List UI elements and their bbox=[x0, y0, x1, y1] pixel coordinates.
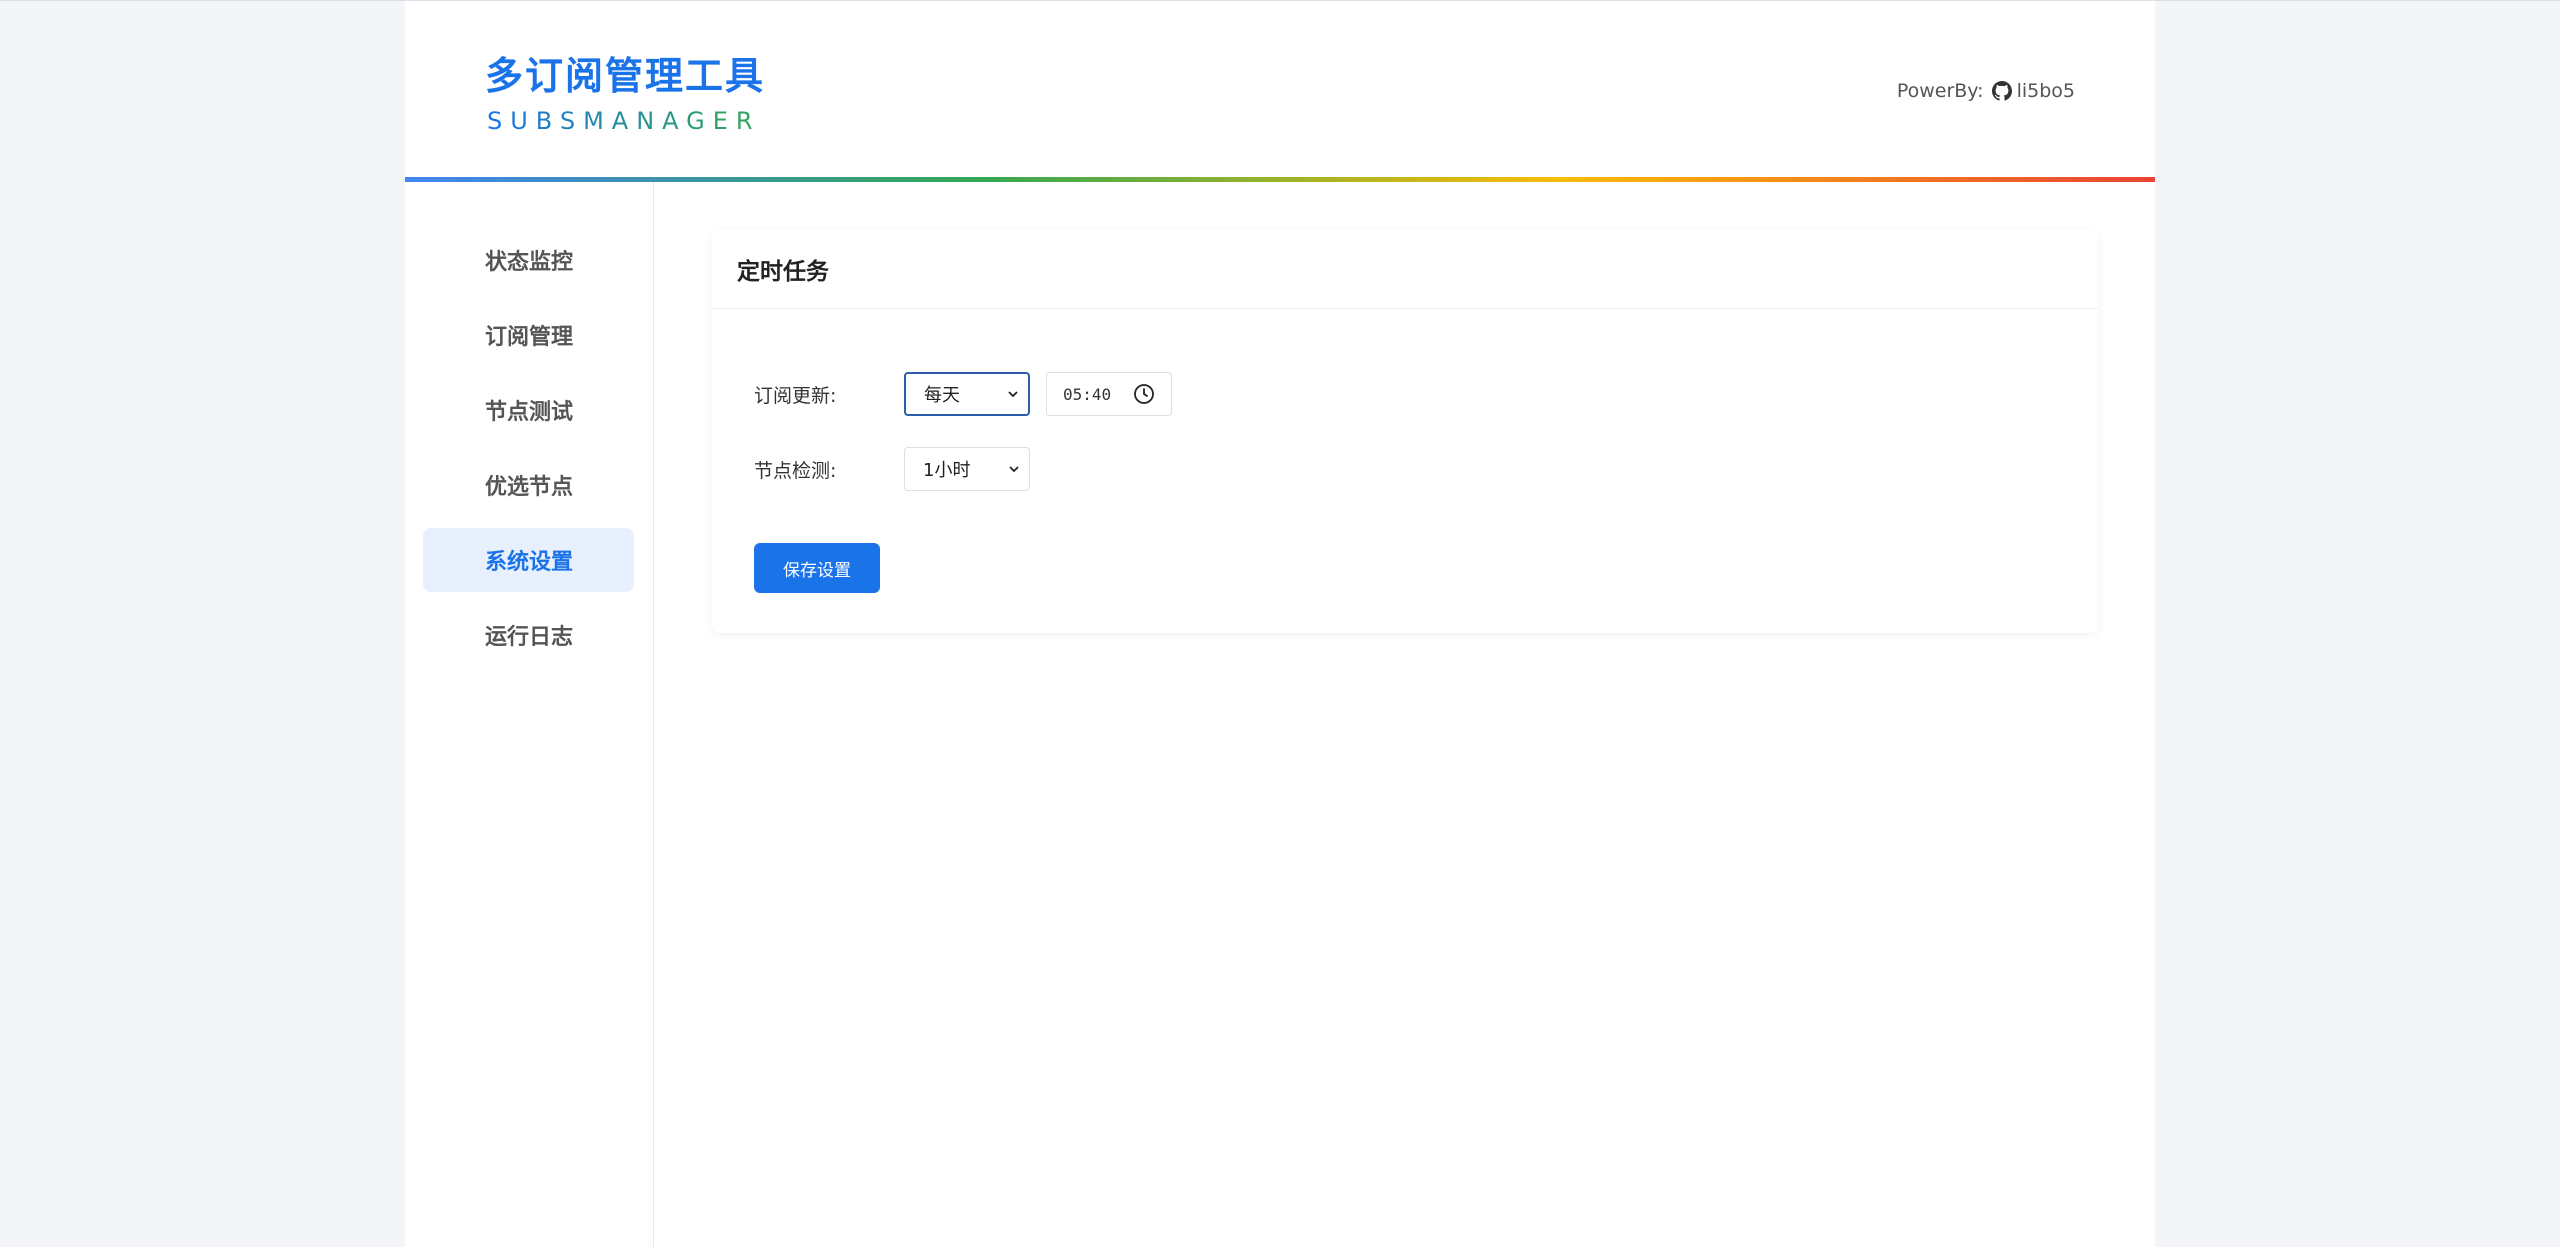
header: 多订阅管理工具 SUBSMANAGER PowerBy: li5bo5 bbox=[405, 1, 2155, 182]
sidebar-item-label: 状态监控 bbox=[485, 250, 574, 275]
sidebar-item-label: 系统设置 bbox=[485, 550, 574, 575]
app-title: 多订阅管理工具 bbox=[485, 54, 766, 98]
node-check-label: 节点检测: bbox=[754, 459, 837, 482]
header-rainbow-divider bbox=[405, 177, 2155, 182]
card-title: 定时任务 bbox=[712, 230, 2098, 309]
update-time-input[interactable]: 05:40 bbox=[1046, 372, 1172, 416]
sidebar-item-node-test[interactable]: 节点测试 bbox=[423, 378, 634, 442]
subscription-update-label: 订阅更新: bbox=[754, 384, 837, 407]
github-link[interactable]: li5bo5 bbox=[1991, 80, 2075, 102]
sidebar-item-label: 节点测试 bbox=[485, 400, 574, 425]
update-time-value: 05:40 bbox=[1063, 384, 1112, 404]
sidebar-item-subscription-management[interactable]: 订阅管理 bbox=[423, 303, 634, 367]
sidebar-item-label: 运行日志 bbox=[485, 625, 574, 650]
sidebar: 状态监控 订阅管理 节点测试 优选节点 系统设置 运行日志 bbox=[405, 182, 654, 1247]
update-frequency-value: 每天 bbox=[924, 385, 960, 406]
sidebar-item-preferred-nodes[interactable]: 优选节点 bbox=[423, 453, 634, 517]
sidebar-item-label: 订阅管理 bbox=[485, 325, 574, 350]
chevron-down-icon bbox=[1008, 391, 1018, 398]
sidebar-item-run-log[interactable]: 运行日志 bbox=[423, 603, 634, 667]
save-settings-button[interactable]: 保存设置 bbox=[754, 543, 880, 593]
app-subtitle: SUBSMANAGER bbox=[487, 107, 761, 135]
sidebar-item-status-monitor[interactable]: 状态监控 bbox=[423, 228, 634, 292]
update-frequency-select[interactable]: 每天 bbox=[904, 372, 1030, 416]
github-username: li5bo5 bbox=[2016, 80, 2075, 102]
sidebar-item-label: 优选节点 bbox=[485, 475, 574, 500]
powered-by: PowerBy: li5bo5 bbox=[1897, 80, 2075, 102]
node-check-row: 节点检测: 1小时 bbox=[754, 447, 1030, 491]
sidebar-item-system-settings[interactable]: 系统设置 bbox=[423, 528, 634, 592]
clock-icon[interactable] bbox=[1133, 383, 1155, 405]
powered-by-label: PowerBy: bbox=[1896, 80, 1984, 102]
scheduled-tasks-card: 定时任务 订阅更新: 每天 05:40 节点检测: 1小时 保存设置 bbox=[712, 230, 2098, 633]
node-check-interval-value: 1小时 bbox=[923, 460, 971, 481]
subscription-update-row: 订阅更新: 每天 05:40 bbox=[754, 372, 1172, 416]
github-icon bbox=[1991, 81, 2012, 101]
app-shell: 多订阅管理工具 SUBSMANAGER PowerBy: li5bo5 状态监控… bbox=[405, 1, 2155, 1247]
chevron-down-icon bbox=[1009, 466, 1019, 473]
node-check-interval-select[interactable]: 1小时 bbox=[904, 447, 1030, 491]
